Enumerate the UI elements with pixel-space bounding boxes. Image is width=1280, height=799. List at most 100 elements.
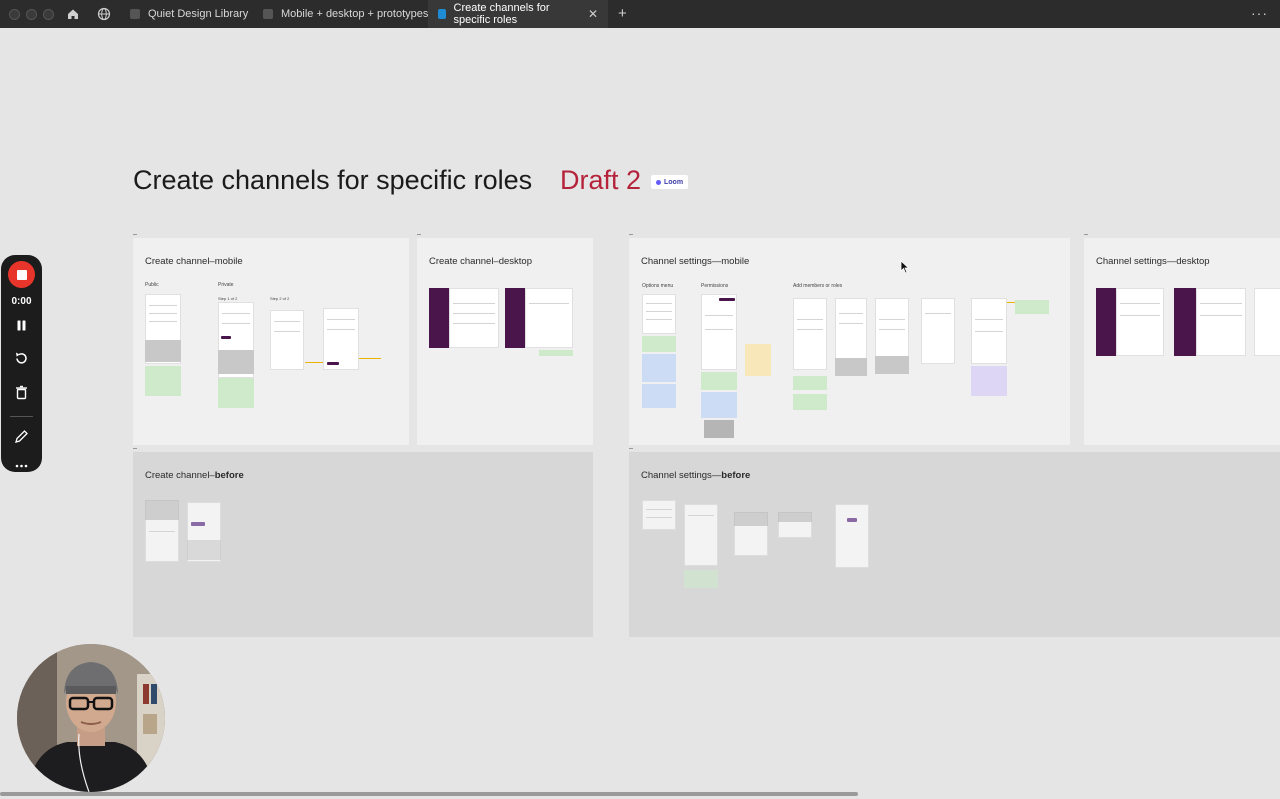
- keyboard-thumbnail: [218, 350, 254, 374]
- stop-icon: [16, 269, 27, 280]
- tab-mobile-desktop-prototypes[interactable]: Mobile + desktop + prototypes: [253, 0, 438, 28]
- frame-title: Channel settings—desktop: [1096, 256, 1210, 267]
- frame-title-bold: before: [721, 470, 751, 481]
- frame-title: Channel settings—before: [641, 470, 750, 481]
- sidebar-thumbnail: [505, 288, 525, 348]
- frame-create-channel-before[interactable]: Create channel–before: [133, 448, 593, 637]
- frame-marker: [417, 234, 421, 235]
- frame-title-bold: before: [214, 470, 244, 481]
- figma-file-icon: [263, 9, 273, 19]
- desktop-thumbnail: [449, 288, 499, 348]
- screen-thumbnail: [835, 298, 867, 366]
- annotation-note: [642, 354, 676, 382]
- frame-channel-settings-mobile[interactable]: Channel settings—mobile Options menu Per…: [629, 234, 1070, 445]
- close-window-icon[interactable]: [9, 8, 20, 20]
- screen-thumbnail: [270, 310, 304, 370]
- connector: [305, 362, 323, 363]
- recording-timer: 0:00: [11, 296, 32, 307]
- frame-channel-settings-desktop[interactable]: Channel settings—desktop: [1084, 234, 1280, 445]
- screen-thumbnail: [642, 294, 676, 334]
- figma-file-icon: [130, 9, 140, 19]
- tab-label: Quiet Design Library: [148, 8, 249, 20]
- frame-create-channel-desktop[interactable]: Create channel–desktop: [417, 234, 593, 445]
- screen-thumbnail: [323, 308, 359, 370]
- frame-channel-settings-before[interactable]: Channel settings—before: [629, 448, 1280, 637]
- desktop-thumbnail: [525, 288, 573, 348]
- frame-create-channel-mobile[interactable]: Create channel–mobile Public Private Ste…: [133, 234, 409, 445]
- divider: [10, 416, 33, 417]
- annotation-note: [701, 372, 737, 390]
- new-tab-button[interactable]: +: [618, 5, 627, 22]
- column-label: Options menu: [642, 283, 674, 289]
- keyboard-thumbnail: [187, 540, 221, 560]
- sidebar-thumbnail: [1174, 288, 1196, 356]
- horizontal-scrollbar[interactable]: [0, 792, 858, 796]
- more-options-icon[interactable]: ···: [1251, 5, 1268, 21]
- column-label: Private: [218, 282, 234, 288]
- frame-title: Create channel–desktop: [429, 256, 532, 267]
- screen-thumbnail: [921, 298, 955, 364]
- annotation-note: [684, 570, 718, 588]
- annotation-note: [642, 336, 676, 352]
- connector: [1007, 302, 1015, 303]
- screen-thumbnail: [875, 298, 909, 364]
- stop-recording-button[interactable]: [8, 261, 35, 288]
- frame-marker: [1084, 234, 1088, 235]
- screen-thumbnail: [684, 504, 718, 566]
- tab-label: Create channels for specific roles: [453, 2, 550, 26]
- column-label: Public: [145, 282, 159, 288]
- connector: [359, 358, 381, 359]
- button-thumbnail: [191, 522, 205, 526]
- screen-thumbnail: [835, 504, 869, 568]
- header-thumbnail: [145, 500, 179, 520]
- column-label: Permissions: [701, 283, 729, 289]
- step-label: Step 1 of 2: [218, 296, 238, 301]
- screen-thumbnail: [971, 298, 1007, 364]
- annotation-note: [793, 394, 827, 410]
- annotation-note: [971, 366, 1007, 396]
- frame-title: Create channel–before: [145, 470, 244, 481]
- annotation-note: [793, 376, 827, 390]
- pencil-icon[interactable]: [13, 428, 30, 445]
- loom-label: Loom: [664, 178, 684, 186]
- loom-icon: [656, 179, 661, 185]
- button-thumbnail: [847, 518, 857, 522]
- screen-thumbnail: [701, 294, 737, 370]
- figma-file-icon: [438, 9, 446, 19]
- pause-icon[interactable]: [13, 317, 30, 334]
- button-thumbnail: [221, 336, 231, 339]
- webcam-video-image: [17, 644, 165, 792]
- frame-title-prefix: Channel settings—: [641, 470, 722, 481]
- button-thumbnail: [327, 362, 339, 365]
- annotation-note: [745, 344, 771, 376]
- maximize-window-icon[interactable]: [43, 8, 54, 20]
- keyboard-thumbnail: [145, 340, 181, 362]
- home-icon[interactable]: [66, 7, 80, 21]
- figma-canvas[interactable]: Create channels for specific roles Draft…: [0, 28, 1280, 799]
- header-thumbnail: [734, 512, 768, 526]
- annotation-note: [218, 378, 254, 408]
- window-controls[interactable]: [9, 8, 54, 20]
- close-tab-icon[interactable]: ✕: [588, 7, 598, 21]
- restart-icon[interactable]: [13, 350, 30, 367]
- more-icon[interactable]: [13, 458, 30, 475]
- loom-badge[interactable]: Loom: [651, 175, 689, 189]
- frame-marker: [133, 234, 137, 235]
- video-thumbnail: [704, 420, 734, 438]
- column-label: Add members or roles: [793, 283, 843, 289]
- minimize-window-icon[interactable]: [26, 8, 37, 20]
- globe-icon[interactable]: [97, 7, 111, 21]
- page-title: Create channels for specific roles: [133, 165, 533, 195]
- frame-marker: [629, 448, 633, 449]
- keyboard-thumbnail: [875, 356, 909, 374]
- tab-quiet-design-library[interactable]: Quiet Design Library: [120, 0, 258, 28]
- webcam-bubble[interactable]: [17, 644, 165, 792]
- frame-title: Create channel–mobile: [145, 256, 243, 267]
- keyboard-thumbnail: [835, 358, 867, 376]
- trash-icon[interactable]: [13, 384, 30, 401]
- tab-create-channels[interactable]: Create channels for specific roles ✕: [428, 0, 608, 28]
- desktop-thumbnail: [1116, 288, 1164, 356]
- recorder-toolbar: 0:00: [1, 255, 42, 472]
- title-bar: Quiet Design Library Mobile + desktop + …: [0, 0, 1280, 28]
- button-thumbnail: [719, 298, 735, 301]
